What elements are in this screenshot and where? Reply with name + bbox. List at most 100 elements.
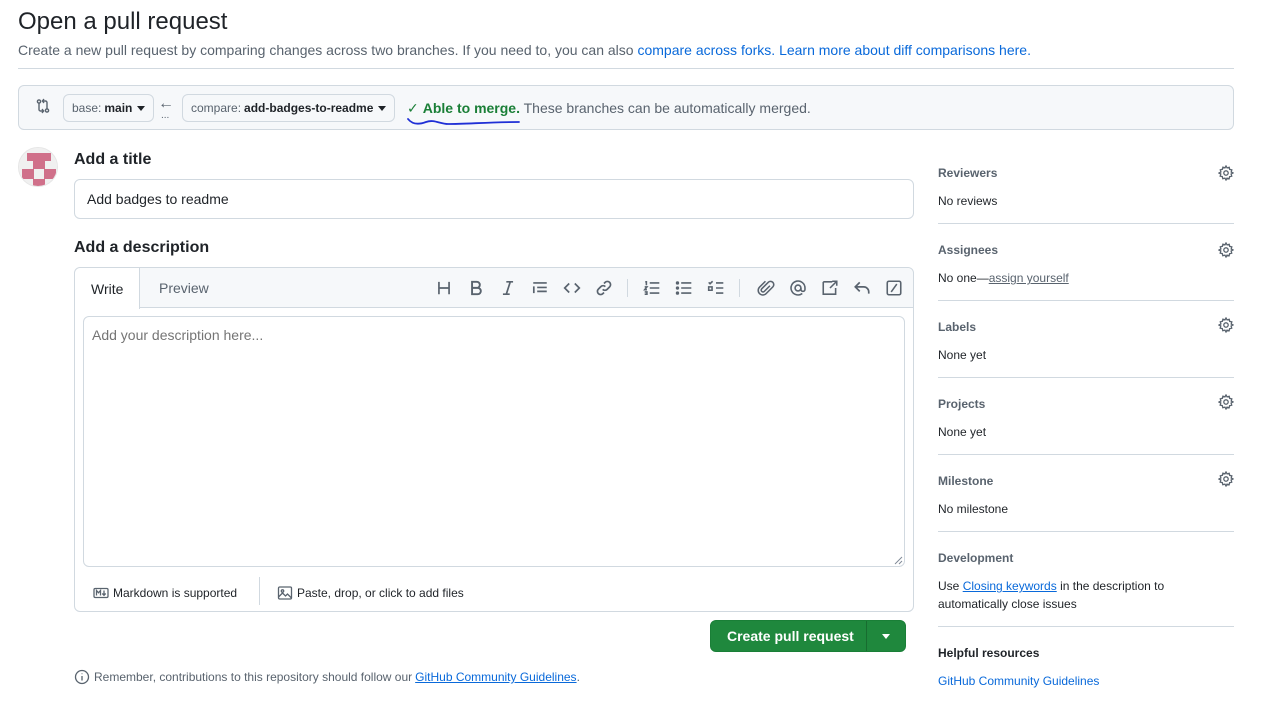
attach-files-button[interactable]: Paste, drop, or click to add files xyxy=(277,585,464,601)
base-branch-button[interactable]: base: main xyxy=(63,94,155,122)
contribution-note: Remember, contributions to this reposito… xyxy=(74,669,580,685)
assign-yourself-link[interactable]: assign yourself xyxy=(989,271,1069,285)
sidebar-labels: Labels None yet xyxy=(938,320,1234,364)
heading-icon[interactable] xyxy=(435,279,453,297)
chevron-down-icon xyxy=(137,105,146,111)
toolbar-divider xyxy=(627,279,628,297)
development-value: Use Closing keywords in the description … xyxy=(938,577,1234,613)
sidebar-helpful-resources: Helpful resources GitHub Community Guide… xyxy=(938,646,1234,690)
create-options-dropdown[interactable] xyxy=(867,621,905,651)
helpful-guidelines-link[interactable]: GitHub Community Guidelines xyxy=(938,674,1099,688)
attach-files-text: Paste, drop, or click to add files xyxy=(297,586,464,600)
helpful-heading: Helpful resources xyxy=(938,646,1040,660)
sidebar-divider xyxy=(938,377,1234,378)
quote-icon[interactable] xyxy=(531,279,549,297)
sidebar-development: Development Use Closing keywords in the … xyxy=(938,551,1234,613)
editor-footer: Markdown is supported Paste, drop, or cl… xyxy=(75,575,913,611)
markdown-note-text: Markdown is supported xyxy=(113,586,238,600)
branch-range-bar: base: main ← ... compare: add-badges-to-… xyxy=(18,85,1234,130)
assignees-heading: Assignees xyxy=(938,243,999,257)
mention-icon[interactable] xyxy=(789,279,807,297)
chevron-down-icon xyxy=(882,633,890,639)
link-icon[interactable] xyxy=(595,279,613,297)
chevron-down-icon xyxy=(378,105,387,111)
sidebar-milestone: Milestone No milestone xyxy=(938,474,1234,518)
labels-value: None yet xyxy=(938,348,987,362)
unordered-list-icon[interactable] xyxy=(675,279,693,297)
merge-status: ✓ Able to merge. These branches can be au… xyxy=(407,100,811,117)
milestone-value: No milestone xyxy=(938,502,1009,516)
sidebar-divider xyxy=(938,531,1234,532)
markdown-note[interactable]: Markdown is supported xyxy=(93,585,237,601)
task-list-icon[interactable] xyxy=(707,279,725,297)
tab-preview[interactable]: Preview xyxy=(143,268,225,308)
footer-divider xyxy=(259,577,260,605)
gear-icon[interactable] xyxy=(1218,394,1234,410)
title-label: Add a title xyxy=(74,151,152,168)
sidebar-divider xyxy=(938,300,1234,301)
milestone-heading: Milestone xyxy=(938,474,994,488)
sidebar-assignees: Assignees No one—assign yourself xyxy=(938,243,1234,287)
compare-forks-link[interactable]: compare across forks. xyxy=(637,42,775,58)
gear-icon[interactable] xyxy=(1218,471,1234,487)
slash-command-icon[interactable] xyxy=(885,279,903,297)
code-icon[interactable] xyxy=(563,279,581,297)
merge-desc-text: These branches can be automatically merg… xyxy=(519,100,811,116)
base-branch-name: main xyxy=(104,101,133,115)
sidebar-projects: Projects None yet xyxy=(938,397,1234,441)
description-textarea[interactable] xyxy=(83,316,905,567)
range-dots: ... xyxy=(161,110,170,121)
subtitle-text: Create a new pull request by comparing c… xyxy=(18,42,638,58)
gear-icon[interactable] xyxy=(1218,242,1234,258)
helpful-value: GitHub Community Guidelines xyxy=(938,672,1234,690)
development-heading: Development xyxy=(938,551,1014,565)
editor-toolbar: Write Preview xyxy=(75,268,913,309)
assignees-prefix: No one— xyxy=(938,271,989,285)
toolbar-divider xyxy=(739,279,740,297)
gear-icon[interactable] xyxy=(1218,165,1234,181)
page-title: Open a pull request xyxy=(18,8,228,35)
base-prefix: base: xyxy=(72,101,102,115)
remember-period: . xyxy=(576,670,580,684)
check-icon: ✓ xyxy=(407,100,419,116)
annotation-underline xyxy=(407,118,520,125)
merge-ok-text: Able to merge. xyxy=(422,100,520,116)
markdown-icon xyxy=(93,587,109,599)
labels-heading: Labels xyxy=(938,320,977,334)
gear-icon[interactable] xyxy=(1218,317,1234,333)
compare-branch-button[interactable]: compare: add-badges-to-readme xyxy=(182,94,396,122)
sidebar-divider xyxy=(938,454,1234,455)
avatar xyxy=(18,147,58,187)
compare-prefix: compare: xyxy=(191,101,242,115)
closing-keywords-link[interactable]: Closing keywords xyxy=(963,579,1057,593)
header-divider xyxy=(18,68,1234,69)
attach-icon[interactable] xyxy=(757,279,775,297)
compare-branch-name: add-badges-to-readme xyxy=(244,101,374,115)
reply-icon[interactable] xyxy=(853,279,871,297)
reviewers-heading: Reviewers xyxy=(938,166,998,180)
projects-value: None yet xyxy=(938,425,987,439)
italic-icon[interactable] xyxy=(499,279,517,297)
description-editor: Write Preview Markdown is supported Past… xyxy=(74,267,914,612)
sidebar-reviewers: Reviewers No reviews xyxy=(938,166,1234,210)
image-icon xyxy=(277,586,293,600)
info-icon xyxy=(74,669,90,685)
community-guidelines-link[interactable]: GitHub Community Guidelines xyxy=(415,670,576,684)
ordered-list-icon[interactable] xyxy=(643,279,661,297)
sidebar-divider xyxy=(938,626,1234,627)
reference-icon[interactable] xyxy=(821,279,839,297)
page-subtitle: Create a new pull request by comparing c… xyxy=(18,42,1031,58)
git-compare-icon xyxy=(36,98,50,114)
tab-write[interactable]: Write xyxy=(75,268,141,309)
identicon-icon xyxy=(19,148,57,186)
create-pull-request-button-group: Create pull request xyxy=(710,620,906,652)
assignees-value: No one—assign yourself xyxy=(938,269,1234,287)
development-prefix: Use xyxy=(938,579,963,593)
bold-icon[interactable] xyxy=(467,279,485,297)
learn-more-link[interactable]: Learn more about diff comparisons here. xyxy=(779,42,1031,58)
reviewers-value: No reviews xyxy=(938,194,998,208)
resize-handle-icon[interactable] xyxy=(893,555,903,565)
title-input[interactable] xyxy=(74,179,914,219)
create-pull-request-button[interactable]: Create pull request xyxy=(711,621,866,651)
remember-text: Remember, contributions to this reposito… xyxy=(94,670,413,684)
